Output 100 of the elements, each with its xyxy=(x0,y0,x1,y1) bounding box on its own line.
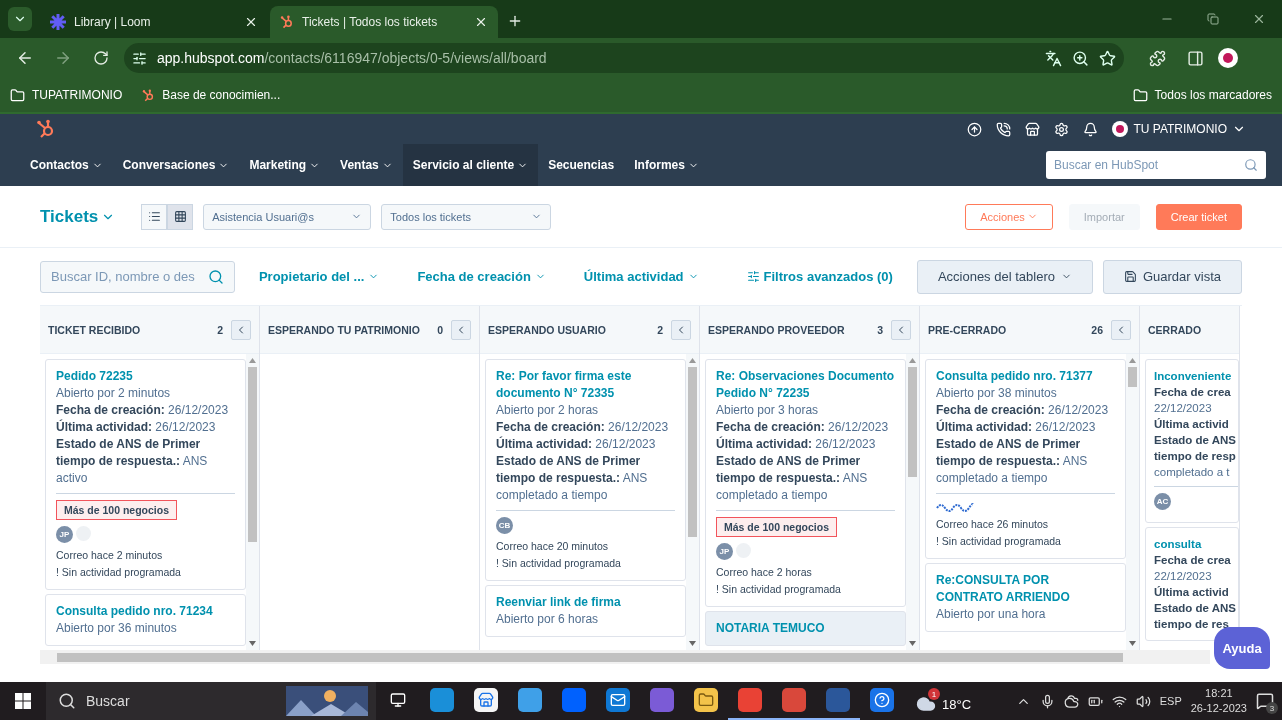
close-icon[interactable] xyxy=(474,15,488,29)
ticket-title[interactable]: Inconveniente xyxy=(1154,368,1238,384)
ticket-card[interactable]: Consulta pedido nro. 71234 Abierto por 36 minutos xyxy=(45,594,246,646)
profile-avatar-icon[interactable] xyxy=(1218,48,1238,68)
ticket-card[interactable]: Re:CONSULTA POR CONTRATO ARRIENDO Abierto por una hora xyxy=(925,563,1126,632)
weather-widget[interactable]: 1 18°C xyxy=(916,688,972,714)
ticket-card[interactable] xyxy=(45,359,246,590)
translate-icon[interactable] xyxy=(1045,49,1062,67)
scroll-thumb[interactable] xyxy=(688,367,697,537)
collapse-button[interactable] xyxy=(891,319,911,340)
ticket-title[interactable]: NOTARIA TEMUCO xyxy=(716,620,895,637)
collapse-button[interactable] xyxy=(1111,319,1131,340)
filter-dropdown[interactable]: Fecha de creación xyxy=(403,269,560,284)
view-select[interactable]: Todos los tickets xyxy=(381,203,552,230)
collapse-button[interactable] xyxy=(231,319,251,340)
ticket-card[interactable] xyxy=(705,359,906,607)
ticket-property: Estado de ANS de Primer tiempo de respuesta.: ANS completado a tiempo xyxy=(936,436,1089,487)
last-email: Correo hace 2 horas xyxy=(716,565,813,580)
bookmark[interactable]: TUPATRIMONIO xyxy=(10,87,123,103)
horizontal-scrollbar[interactable] xyxy=(40,650,1210,664)
nav-menu-item[interactable]: Contactos xyxy=(20,144,113,186)
cloud-icon[interactable] xyxy=(1063,693,1079,709)
scrollbar[interactable] xyxy=(686,354,699,650)
ticket-title[interactable]: Re: Por favor firma este documento N° 72335 xyxy=(496,368,675,402)
collapse-button[interactable] xyxy=(451,319,471,340)
scroll-down-icon[interactable] xyxy=(909,641,916,646)
global-search-field[interactable]: Buscar en HubSpot xyxy=(1046,151,1266,179)
browser-tab[interactable]: Tickets | Todos los tickets xyxy=(270,6,498,38)
advanced-filters-button[interactable]: Filtros avanzados (0) xyxy=(732,269,907,284)
ticket-card[interactable]: consulta Fecha de crea 22/12/2023 Última activid Estado de ANS tiempo de res xyxy=(1145,527,1239,641)
star-icon[interactable] xyxy=(1099,49,1116,67)
scrollbar[interactable] xyxy=(1126,354,1139,650)
help-button[interactable]: Ayuda xyxy=(1214,627,1270,669)
ticket-count: 0 xyxy=(437,323,443,336)
ticket-title[interactable]: Re:CONSULTA POR CONTRATO ARRIENDO xyxy=(936,572,1115,606)
phone-icon[interactable] xyxy=(996,121,1012,137)
scroll-down-icon[interactable] xyxy=(689,641,696,646)
ticket-title[interactable]: consulta xyxy=(1154,536,1238,552)
ticket-property: Estado de ANS de Primer tiempo de respuesta.: ANS completado a tiempo xyxy=(716,453,869,504)
clock[interactable]: 18:21 26-12-2023 xyxy=(1190,686,1247,716)
nav-menu-item[interactable]: Marketing xyxy=(239,144,331,186)
language-indicator[interactable]: ESP xyxy=(1159,695,1182,707)
ticket-card[interactable] xyxy=(925,359,1126,559)
nav-menu-item[interactable]: Conversaciones xyxy=(112,144,240,186)
scroll-thumb[interactable] xyxy=(248,367,257,542)
taskbar-search-field[interactable]: Buscar xyxy=(46,682,376,720)
microphone-icon[interactable] xyxy=(1039,693,1055,709)
ticket-card[interactable]: Inconveniente Fecha de crea 22/12/2023 Última activid Estado de ANS tiempo de resp completado a t AC xyxy=(1145,359,1239,523)
scroll-thumb[interactable] xyxy=(1128,367,1137,387)
ticket-title[interactable]: Consulta pedido nro. 71234 xyxy=(56,603,235,620)
scroll-thumb[interactable] xyxy=(908,367,917,477)
list-view-button[interactable] xyxy=(141,203,168,230)
ticket-search-field[interactable]: Buscar ID, nombre o des xyxy=(40,260,235,293)
all-bookmarks[interactable]: Todos los marcadores xyxy=(1132,87,1272,103)
account-menu[interactable]: TU PATRIMONIO xyxy=(1112,121,1246,137)
browser-tab[interactable]: Library | Loom xyxy=(40,6,268,38)
scroll-down-icon[interactable] xyxy=(249,641,256,646)
board-view-button[interactable] xyxy=(167,203,194,230)
pipeline-select[interactable]: Asistencia Usuari@s xyxy=(203,203,372,230)
nav-menu-item[interactable]: Ventas xyxy=(330,144,403,186)
ticket-property: 22/12/2023 xyxy=(1154,401,1213,416)
nav-menu-item[interactable]: Informes xyxy=(624,144,709,186)
site-settings-icon[interactable] xyxy=(132,50,147,66)
no-activity-note: ! Sin actividad programada xyxy=(56,565,182,580)
ticket-title[interactable]: Reenviar link de firma xyxy=(496,594,675,611)
wifi-icon[interactable] xyxy=(1111,693,1127,709)
speaker-icon[interactable] xyxy=(1135,693,1151,709)
filter-dropdown[interactable]: Propietario del ... xyxy=(244,269,394,284)
bookmark[interactable]: Base de conocimien... xyxy=(142,88,281,102)
scroll-up-icon[interactable] xyxy=(249,358,256,363)
ticket-card[interactable] xyxy=(485,359,686,581)
close-icon[interactable] xyxy=(244,15,258,29)
ticket-title[interactable]: Re: Observaciones Documento Pedido N° 72235 xyxy=(716,368,895,402)
ticket-property: 22/12/2023 xyxy=(1154,569,1213,584)
marketplace-icon[interactable] xyxy=(1025,121,1041,137)
scroll-up-icon[interactable] xyxy=(1129,358,1136,363)
scroll-down-icon[interactable] xyxy=(1129,641,1136,646)
collapse-button[interactable] xyxy=(671,319,691,340)
save-view-button[interactable]: Guardar vista xyxy=(1102,259,1242,294)
filter-dropdown[interactable]: Última actividad xyxy=(569,269,713,284)
board-actions-button[interactable]: Acciones del tablero xyxy=(916,259,1093,294)
scrollbar[interactable] xyxy=(906,354,919,650)
notifications-icon[interactable] xyxy=(1083,121,1099,137)
scroll-up-icon[interactable] xyxy=(909,358,916,363)
ticket-property: Fecha de crea xyxy=(1154,553,1232,568)
upgrade-icon[interactable] xyxy=(967,121,983,137)
object-title[interactable]: Tickets xyxy=(40,206,116,227)
settings-icon[interactable] xyxy=(1054,121,1070,137)
scroll-up-icon[interactable] xyxy=(689,358,696,363)
nav-menu-item[interactable]: Secuencias xyxy=(538,144,625,186)
column-title: ESPERANDO USUARIO xyxy=(488,323,607,336)
ticket-title[interactable]: Consulta pedido nro. 71377 xyxy=(936,368,1115,385)
zoom-icon[interactable] xyxy=(1072,49,1089,67)
nav-menu-item[interactable]: Servicio al cliente xyxy=(402,144,539,186)
open-duration: Abierto por 2 horas xyxy=(496,402,600,419)
ticket-card[interactable]: Reenviar link de firma Abierto por 6 horas xyxy=(485,585,686,637)
ticket-title[interactable]: Pedido 72235 xyxy=(56,368,235,385)
scrollbar[interactable] xyxy=(246,354,259,650)
ticket-card[interactable]: NOTARIA TEMUCO xyxy=(705,611,906,646)
tab-search-button[interactable] xyxy=(8,7,32,31)
